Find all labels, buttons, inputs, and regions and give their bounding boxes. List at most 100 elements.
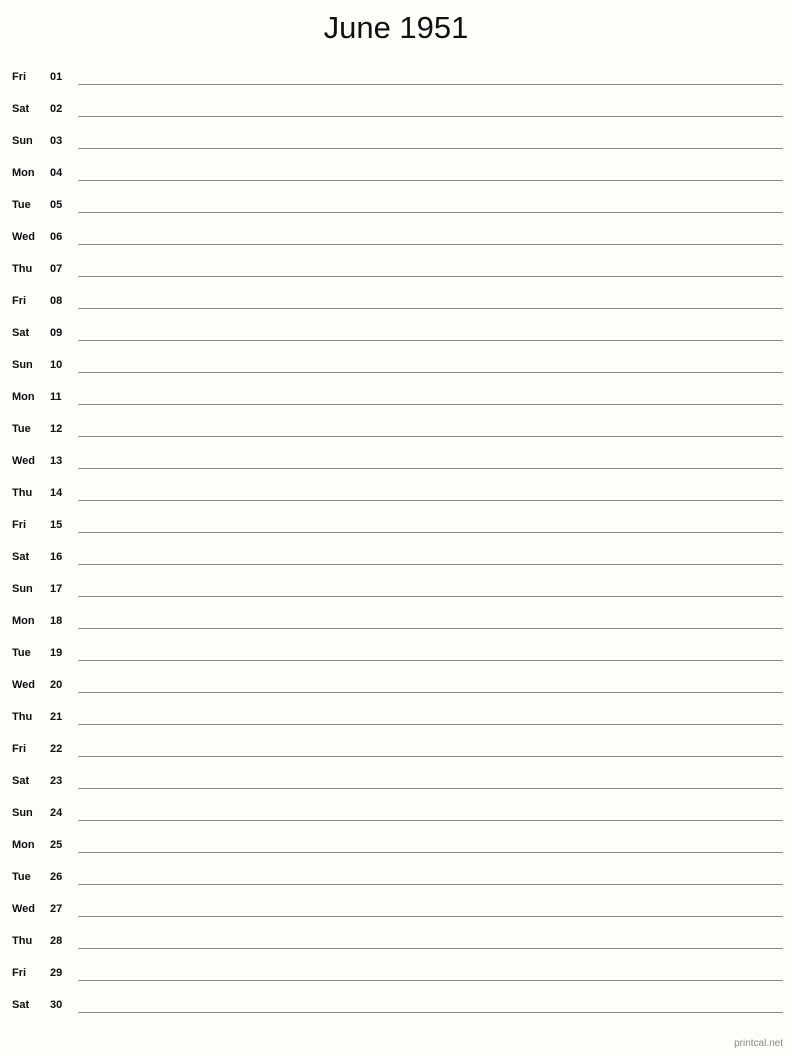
day-writing-line[interactable] bbox=[78, 884, 783, 885]
day-weekday-label: Mon bbox=[12, 391, 35, 403]
day-row: Tue 12 bbox=[0, 414, 792, 446]
day-row: Sun 10 bbox=[0, 350, 792, 382]
day-row: Wed 13 bbox=[0, 446, 792, 478]
day-writing-line[interactable] bbox=[78, 820, 783, 821]
day-weekday-label: Sat bbox=[12, 775, 30, 787]
day-weekday-label: Fri bbox=[12, 519, 27, 531]
day-date-number: 14 bbox=[50, 487, 63, 499]
day-writing-line[interactable] bbox=[78, 724, 783, 725]
day-date-number: 27 bbox=[50, 903, 63, 915]
day-list: Fri 01 Sat 02 Sun 03 Mon 04 Tue 05 Wed 06 Thu 07 Fri 08… bbox=[0, 62, 792, 1022]
footer-credit: printcal.net bbox=[734, 1038, 783, 1049]
calendar-page: June 1951 Fri 01 Sat 02 Sun 03 Mon 04 Tue 05 Wed 06… bbox=[0, 0, 792, 1056]
day-writing-line[interactable] bbox=[78, 276, 783, 277]
day-row: Sat 30 bbox=[0, 990, 792, 1022]
day-weekday-label: Fri bbox=[12, 295, 27, 307]
day-writing-line[interactable] bbox=[78, 244, 783, 245]
day-writing-line[interactable] bbox=[78, 1012, 783, 1013]
day-row: Wed 06 bbox=[0, 222, 792, 254]
day-weekday-label: Sun bbox=[12, 359, 33, 371]
day-weekday-label: Mon bbox=[12, 167, 35, 179]
day-date-number: 08 bbox=[50, 295, 63, 307]
day-row: Mon 18 bbox=[0, 606, 792, 638]
day-row: Sun 03 bbox=[0, 126, 792, 158]
day-writing-line[interactable] bbox=[78, 660, 783, 661]
day-weekday-label: Fri bbox=[12, 743, 27, 755]
day-row: Sat 09 bbox=[0, 318, 792, 350]
day-row: Sat 23 bbox=[0, 766, 792, 798]
day-date-number: 28 bbox=[50, 935, 63, 947]
day-writing-line[interactable] bbox=[78, 628, 783, 629]
day-writing-line[interactable] bbox=[78, 340, 783, 341]
day-row: Thu 14 bbox=[0, 478, 792, 510]
day-writing-line[interactable] bbox=[78, 308, 783, 309]
day-weekday-label: Wed bbox=[12, 231, 36, 243]
day-writing-line[interactable] bbox=[78, 212, 783, 213]
day-writing-line[interactable] bbox=[78, 916, 783, 917]
day-weekday-label: Tue bbox=[12, 647, 31, 659]
day-date-number: 03 bbox=[50, 135, 63, 147]
day-date-number: 10 bbox=[50, 359, 63, 371]
day-date-number: 29 bbox=[50, 967, 63, 979]
day-date-number: 23 bbox=[50, 775, 63, 787]
day-writing-line[interactable] bbox=[78, 84, 783, 85]
day-row: Thu 28 bbox=[0, 926, 792, 958]
day-date-number: 25 bbox=[50, 839, 63, 851]
day-writing-line[interactable] bbox=[78, 116, 783, 117]
page-title: June 1951 bbox=[323, 10, 469, 45]
day-weekday-label: Wed bbox=[12, 903, 36, 915]
day-writing-line[interactable] bbox=[78, 564, 783, 565]
day-writing-line[interactable] bbox=[78, 500, 783, 501]
day-row: Mon 04 bbox=[0, 158, 792, 190]
day-date-number: 07 bbox=[50, 263, 63, 275]
day-writing-line[interactable] bbox=[78, 948, 783, 949]
day-writing-line[interactable] bbox=[78, 692, 783, 693]
day-weekday-label: Sat bbox=[12, 551, 30, 563]
day-date-number: 16 bbox=[50, 551, 63, 563]
day-writing-line[interactable] bbox=[78, 436, 783, 437]
day-date-number: 30 bbox=[50, 999, 63, 1011]
day-date-number: 12 bbox=[50, 423, 63, 435]
day-date-number: 21 bbox=[50, 711, 63, 723]
day-writing-line[interactable] bbox=[78, 148, 783, 149]
day-date-number: 01 bbox=[50, 71, 63, 83]
day-weekday-label: Tue bbox=[12, 871, 31, 883]
day-writing-line[interactable] bbox=[78, 788, 783, 789]
day-weekday-label: Thu bbox=[12, 487, 33, 499]
day-date-number: 09 bbox=[50, 327, 63, 339]
day-weekday-label: Sat bbox=[12, 999, 30, 1011]
day-writing-line[interactable] bbox=[78, 596, 783, 597]
day-writing-line[interactable] bbox=[78, 372, 783, 373]
day-date-number: 06 bbox=[50, 231, 63, 243]
day-row: Tue 05 bbox=[0, 190, 792, 222]
day-weekday-label: Sun bbox=[12, 583, 33, 595]
day-weekday-label: Thu bbox=[12, 263, 33, 275]
day-date-number: 02 bbox=[50, 103, 63, 115]
day-date-number: 18 bbox=[50, 615, 63, 627]
day-row: Fri 01 bbox=[0, 62, 792, 94]
day-weekday-label: Mon bbox=[12, 839, 35, 851]
day-weekday-label: Thu bbox=[12, 711, 33, 723]
day-writing-line[interactable] bbox=[78, 532, 783, 533]
day-writing-line[interactable] bbox=[78, 756, 783, 757]
day-row: Tue 19 bbox=[0, 638, 792, 670]
day-weekday-label: Sat bbox=[12, 103, 30, 115]
day-date-number: 13 bbox=[50, 455, 63, 467]
day-row: Mon 25 bbox=[0, 830, 792, 862]
day-date-number: 22 bbox=[50, 743, 63, 755]
day-writing-line[interactable] bbox=[78, 468, 783, 469]
day-row: Thu 21 bbox=[0, 702, 792, 734]
day-row: Tue 26 bbox=[0, 862, 792, 894]
day-weekday-label: Wed bbox=[12, 455, 36, 467]
day-writing-line[interactable] bbox=[78, 180, 783, 181]
day-date-number: 19 bbox=[50, 647, 63, 659]
day-date-number: 24 bbox=[50, 807, 63, 819]
day-writing-line[interactable] bbox=[78, 404, 783, 405]
day-row: Fri 22 bbox=[0, 734, 792, 766]
day-date-number: 05 bbox=[50, 199, 63, 211]
day-weekday-label: Mon bbox=[12, 615, 35, 627]
day-row: Fri 08 bbox=[0, 286, 792, 318]
day-weekday-label: Wed bbox=[12, 679, 36, 691]
day-writing-line[interactable] bbox=[78, 980, 783, 981]
day-writing-line[interactable] bbox=[78, 852, 783, 853]
